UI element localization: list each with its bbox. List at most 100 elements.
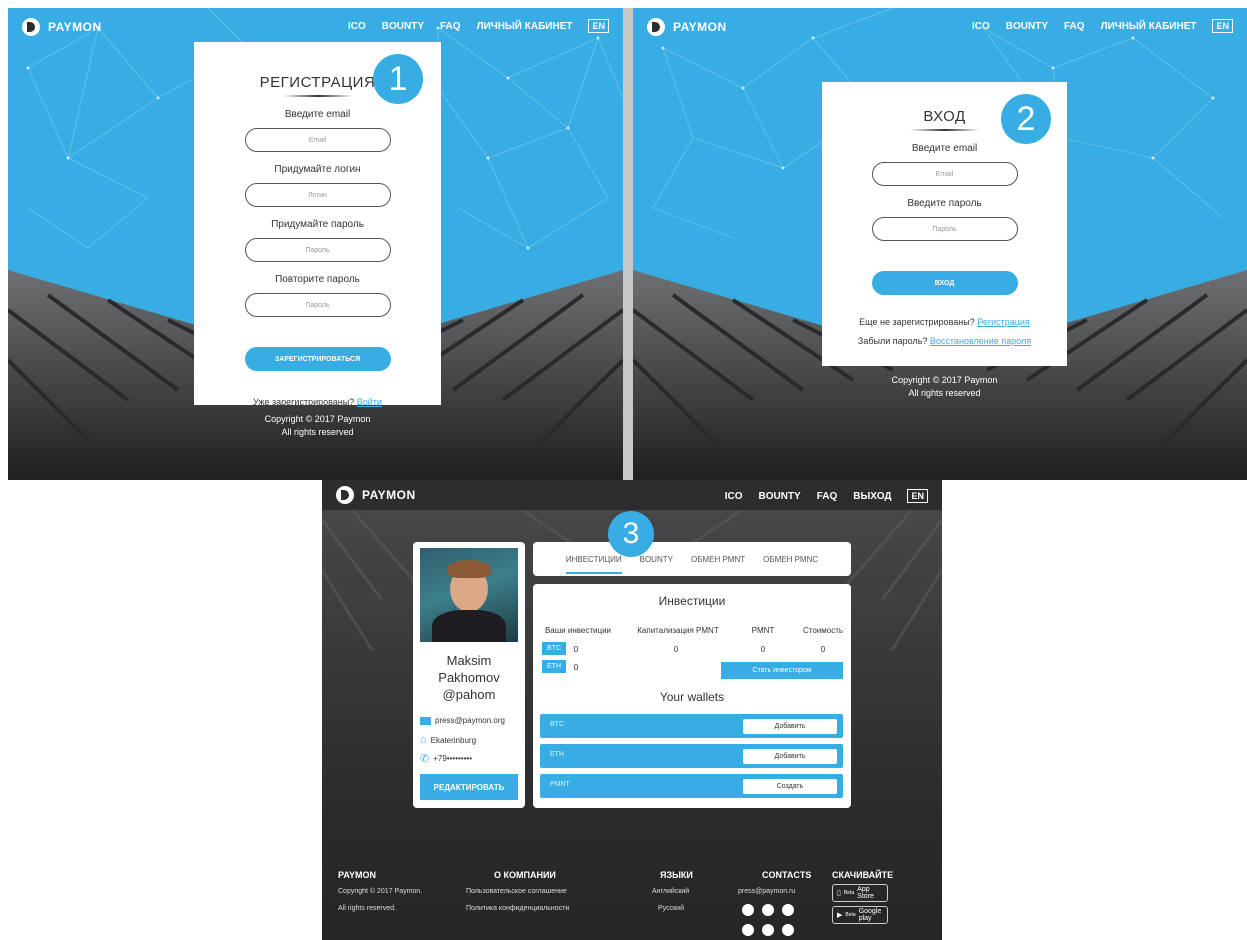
restore-password-link[interactable]: Восстановление пароля — [930, 336, 1031, 346]
language-switch[interactable]: EN — [907, 489, 928, 503]
register-link[interactable]: Регистрация — [977, 317, 1030, 327]
email-label: Введите email — [911, 143, 978, 154]
footer-copyright: Copyright © 2017 Paymon. — [338, 888, 423, 895]
nav-ico[interactable]: ICO — [348, 21, 366, 32]
vk-icon[interactable] — [782, 924, 794, 936]
login-screen: PAYMON ICO BOUNTY FAQ ЛИЧНЫЙ КАБИНЕТ EN … — [633, 8, 1247, 480]
google-play-button[interactable]: ▶ Beta Google play — [832, 906, 888, 924]
logo-text: PAYMON — [48, 20, 102, 34]
login-field[interactable]: Логин — [244, 183, 391, 207]
forgot-text: Забыли пароль? — [857, 336, 928, 346]
lang-english[interactable]: Английский — [652, 888, 689, 895]
terms-link[interactable]: Пользовательское соглашение — [466, 888, 567, 895]
email-field[interactable]: Email — [244, 128, 391, 152]
password-label: Введите пароль — [907, 198, 982, 209]
wallet-name: BTC — [550, 721, 564, 728]
become-investor-button[interactable]: Стать инвестором — [721, 662, 843, 679]
privacy-link[interactable]: Политика конфиденциальности — [466, 905, 569, 912]
phone-icon: ✆ — [420, 753, 430, 765]
youtube-icon[interactable] — [762, 924, 774, 936]
nav-faq[interactable]: FAQ — [440, 21, 461, 32]
edit-profile-button[interactable]: РЕДАКТИРОВАТЬ — [420, 774, 518, 800]
last-name: Pakhomov — [438, 670, 500, 685]
paymon-logo-icon — [336, 486, 354, 504]
contact-email[interactable]: press@paymon.ru — [738, 888, 795, 895]
repeat-password-field[interactable]: Пароль — [244, 293, 391, 317]
twitter-icon[interactable] — [782, 904, 794, 916]
nav-faq[interactable]: FAQ — [1064, 21, 1085, 32]
telegram-icon[interactable] — [762, 904, 774, 916]
login-button[interactable]: ВХОД — [871, 271, 1018, 295]
app-store-label: App Store — [857, 886, 874, 900]
password-field[interactable]: Пароль — [871, 217, 1018, 241]
create-pmnt-button[interactable]: Создать — [743, 779, 837, 794]
wallet-row-btc: BTC Добавить — [540, 714, 843, 738]
facebook-icon[interactable] — [742, 904, 754, 916]
main-nav: ICO BOUNTY FAQ ЛИЧНЫЙ КАБИНЕТ EN — [348, 19, 609, 33]
instagram-icon[interactable] — [742, 924, 754, 936]
investments-panel: Инвестиции Ваши инвестиции Капитализация… — [533, 584, 851, 808]
paymon-logo[interactable]: PAYMON — [336, 486, 416, 504]
divider-bar — [623, 8, 633, 480]
play-icon: ▶ — [837, 912, 843, 919]
language-switch[interactable]: EN — [588, 19, 609, 33]
not-registered-text: Еще не зарегистрированы? — [859, 317, 975, 327]
nav-bounty[interactable]: BOUNTY — [1006, 21, 1048, 32]
login-label: Придумайте логин — [274, 164, 361, 175]
logo-text: PAYMON — [673, 20, 727, 34]
home-icon: ⌂ — [420, 734, 427, 746]
wallet-row-eth: ETH Добавить — [540, 744, 843, 768]
avatar — [420, 548, 518, 642]
phone-text: +79••••••••• — [433, 754, 472, 763]
register-button[interactable]: ЗАРЕГИСТРИРОВАТЬСЯ — [244, 347, 391, 371]
nav-cabinet[interactable]: ЛИЧНЫЙ КАБИНЕТ — [477, 21, 573, 32]
add-btc-button[interactable]: Добавить — [743, 719, 837, 734]
nav-ico[interactable]: ICO — [725, 491, 743, 502]
contacts-heading: CONTACTS — [762, 870, 812, 880]
already-registered: Уже зарегистрированы? Войти — [194, 397, 441, 407]
already-text: Уже зарегистрированы? — [253, 397, 355, 407]
wallet-name: ETH — [550, 751, 564, 758]
tab-exchange-pmnc[interactable]: ОБМЕН PMNC — [763, 555, 818, 564]
tab-bounty[interactable]: BOUNTY — [640, 555, 673, 564]
nav-logout[interactable]: ВЫХОД — [853, 491, 891, 502]
email-field[interactable]: Email — [871, 162, 1018, 186]
paymon-logo[interactable]: PAYMON — [22, 18, 102, 36]
main-nav: ICO BOUNTY FAQ ВЫХОД EN — [725, 489, 928, 503]
title-underline — [909, 129, 980, 131]
add-eth-button[interactable]: Добавить — [743, 749, 837, 764]
main-nav: ICO BOUNTY FAQ ЛИЧНЫЙ КАБИНЕТ EN — [972, 19, 1233, 33]
email-label: Введите email — [284, 109, 351, 120]
cabinet-screen: PAYMON ICO BOUNTY FAQ ВЫХОД EN Maksim Pa… — [322, 480, 942, 940]
nav-ico[interactable]: ICO — [972, 21, 990, 32]
wallet-row-pmnt: PMNT Создать — [540, 774, 843, 798]
city-text: Ekaterinburg — [430, 735, 477, 745]
lang-russian[interactable]: Русский — [658, 905, 684, 912]
first-name: Maksim — [446, 653, 492, 668]
paymon-logo[interactable]: PAYMON — [647, 18, 727, 36]
copyright-text: Copyright © 2017 Paymon — [891, 375, 998, 385]
nav-cabinet[interactable]: ЛИЧНЫЙ КАБИНЕТ — [1101, 21, 1197, 32]
tab-exchange-pmnt[interactable]: ОБМЕН PMNT — [691, 555, 745, 564]
nav-bounty[interactable]: BOUNTY — [382, 21, 424, 32]
rights-text: All rights reserved — [908, 388, 981, 398]
google-play-beta: Beta — [845, 912, 856, 918]
cabinet-tabs: ИНВЕСТИЦИИ BOUNTY ОБМЕН PMNT ОБМЕН PMNC — [533, 542, 851, 576]
app-store-button[interactable]: ▯ Beta App Store — [832, 884, 888, 902]
cost-value: 0 — [820, 645, 826, 654]
nav-faq[interactable]: FAQ — [817, 491, 838, 502]
register-prompt: Еще не зарегистрированы? Регистрация — [822, 317, 1067, 327]
login-link[interactable]: Войти — [357, 397, 382, 407]
user-handle: @pahom — [442, 687, 496, 702]
password-field[interactable]: Пароль — [244, 238, 391, 262]
download-heading: СКАЧИВАЙТЕ — [832, 870, 894, 880]
copyright-text: Copyright © 2017 Paymon — [264, 414, 371, 424]
language-switch[interactable]: EN — [1212, 19, 1233, 33]
nav-bounty[interactable]: BOUNTY — [758, 491, 800, 502]
mail-icon — [420, 716, 431, 725]
step-badge-2: 2 — [1001, 94, 1051, 144]
about-heading: О КОМПАНИИ — [494, 870, 556, 880]
email-text: press@paymon.org — [435, 716, 505, 725]
wallet-name: PMNT — [550, 781, 570, 788]
top-navbar: PAYMON ICO BOUNTY FAQ ЛИЧНЫЙ КАБИНЕТ EN — [633, 8, 1247, 46]
